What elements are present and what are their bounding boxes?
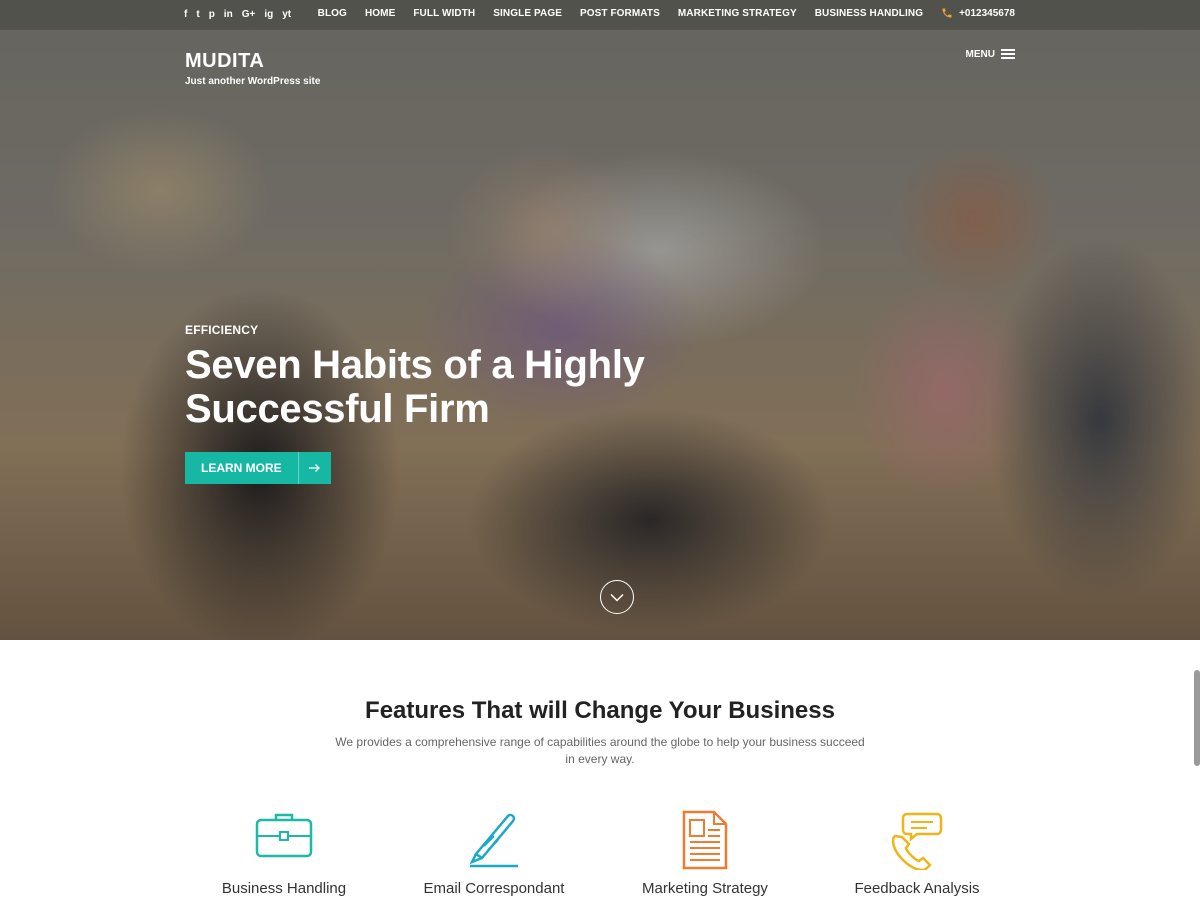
document-icon — [682, 810, 728, 870]
site-branding[interactable]: MUDITA Just another WordPress site — [185, 50, 320, 87]
features-title: Features That will Change Your Business — [365, 697, 835, 724]
phone-contact[interactable]: +012345678 — [941, 7, 1015, 19]
feature-label: Email Correspondant — [423, 880, 565, 897]
nav-business-handling[interactable]: BUSINESS HANDLING — [815, 8, 923, 19]
facebook-icon[interactable]: f — [184, 9, 187, 21]
learn-more-button[interactable]: LEARN MORE — [185, 452, 331, 484]
features-section: Features That will Change Your Business … — [0, 640, 1200, 900]
linkedin-icon[interactable]: in — [224, 9, 233, 21]
youtube-icon[interactable]: yt — [282, 9, 291, 21]
site-tagline: Just another WordPress site — [185, 76, 321, 87]
hero-title: Seven Habits of a Highly Successful Firm — [185, 343, 645, 431]
nav-marketing-strategy[interactable]: MARKETING STRATEGY — [678, 8, 797, 19]
arrow-right-icon — [297, 452, 331, 484]
page-scrollbar[interactable] — [1194, 670, 1200, 766]
menu-label: MENU — [965, 48, 995, 60]
pinterest-icon[interactable]: p — [209, 9, 215, 21]
top-bar: f t p in G+ ig yt BLOG HOME FULL WIDTH S… — [0, 0, 1200, 30]
instagram-icon[interactable]: ig — [264, 9, 273, 21]
briefcase-icon — [255, 813, 313, 858]
feature-label: Business Handling — [221, 880, 347, 897]
feature-marketing-strategy[interactable]: Marketing Strategy — [605, 810, 805, 897]
chevron-down-icon — [610, 593, 624, 602]
feature-label: Marketing Strategy — [642, 880, 768, 897]
hero-overlay — [0, 0, 1200, 640]
phone-number: +012345678 — [959, 7, 1015, 19]
social-links: f t p in G+ ig yt — [184, 9, 291, 21]
nav-post-formats[interactable]: POST FORMATS — [580, 8, 660, 19]
nav-full-width[interactable]: FULL WIDTH — [413, 8, 475, 19]
learn-more-label: LEARN MORE — [201, 461, 282, 475]
feature-email-correspondant[interactable]: Email Correspondant — [394, 810, 594, 897]
features-subtitle: We provides a comprehensive range of cap… — [335, 735, 865, 766]
top-navigation: BLOG HOME FULL WIDTH SINGLE PAGE POST FO… — [300, 7, 1015, 19]
hero-slide-content: EFFICIENCY Seven Habits of a Highly Succ… — [185, 323, 655, 484]
twitter-icon[interactable]: t — [196, 9, 199, 21]
hamburger-icon — [1001, 49, 1015, 59]
feature-feedback-analysis[interactable]: Feedback Analysis — [817, 810, 1017, 897]
site-title[interactable]: MUDITA — [185, 50, 320, 73]
hero-section: f t p in G+ ig yt BLOG HOME FULL WIDTH S… — [0, 0, 1200, 640]
menu-toggle-button[interactable]: MENU — [966, 48, 1015, 60]
scroll-down-button[interactable] — [600, 580, 634, 614]
nav-blog[interactable]: BLOG — [318, 8, 347, 19]
nav-single-page[interactable]: SINGLE PAGE — [493, 8, 562, 19]
pen-icon — [469, 813, 518, 868]
feature-label: Feedback Analysis — [854, 880, 980, 897]
phone-chat-icon — [891, 812, 943, 870]
feature-business-handling[interactable]: Business Handling — [184, 810, 384, 897]
google-plus-icon[interactable]: G+ — [242, 9, 256, 21]
phone-icon — [942, 8, 952, 18]
nav-home[interactable]: HOME — [365, 8, 395, 19]
hero-category[interactable]: EFFICIENCY — [185, 323, 655, 337]
